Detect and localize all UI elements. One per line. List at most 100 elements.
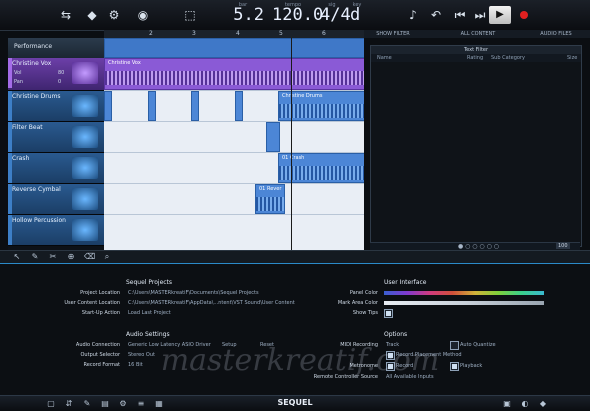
track-list: Performance Christine Vox Vol 80 Pan 0 C… bbox=[8, 38, 104, 250]
track-filter-beat[interactable]: Filter Beat bbox=[8, 122, 104, 153]
track-christine-drums[interactable]: Christine Drums bbox=[8, 91, 104, 122]
grid-icon[interactable]: ▦ bbox=[154, 399, 164, 409]
project-location-value[interactable]: C:\Users\MASTERkreatiF\Documents\Sequel … bbox=[128, 290, 259, 296]
signature-caption: sig bbox=[328, 2, 336, 8]
key-display[interactable]: key d bbox=[350, 2, 364, 28]
rewind-icon[interactable]: ⏮ bbox=[452, 7, 468, 23]
loop-icon[interactable]: ⬚ bbox=[182, 7, 198, 23]
bottom-bar: ▢ ⇵ ✎ ▤ ⚙ ≡ ▦ SEQUEL ▣ ◐ ◆ bbox=[0, 395, 590, 411]
record-button[interactable] bbox=[520, 11, 528, 19]
column-name[interactable]: Name bbox=[377, 54, 392, 62]
show-tips-checkbox[interactable] bbox=[384, 309, 393, 318]
watermark: masterkreatif.com bbox=[160, 343, 440, 378]
startup-action-label: Start-Up Action bbox=[81, 310, 120, 316]
edit-icon[interactable]: ✎ bbox=[82, 399, 92, 409]
media-tabs: SHOW FILTER ALL CONTENT AUDIO FILES bbox=[364, 30, 590, 38]
panel-color-slider[interactable] bbox=[384, 291, 544, 295]
menu-icon[interactable]: ⇆ bbox=[58, 7, 74, 23]
undo-icon[interactable]: ↶ bbox=[428, 7, 444, 23]
media-icon[interactable]: ◐ bbox=[520, 399, 530, 409]
media-columns: Name Rating Sub Category Size bbox=[371, 54, 581, 62]
scissors-icon[interactable]: ✂ bbox=[48, 252, 58, 262]
gear-icon[interactable]: ⚙ bbox=[106, 7, 122, 23]
track-name: Filter Beat bbox=[12, 124, 43, 131]
clip-name: Christine Drums bbox=[282, 93, 323, 99]
vox-clip[interactable]: Christine Vox bbox=[104, 58, 364, 90]
section-audio-settings: Audio Settings bbox=[126, 331, 170, 338]
show-tips-label: Show Tips bbox=[352, 310, 378, 316]
tempo-display[interactable]: tempo 120.0 bbox=[272, 2, 323, 28]
column-sub-category[interactable]: Sub Category bbox=[491, 54, 525, 62]
clip-name: 01 Rever bbox=[259, 186, 282, 192]
lane-performance bbox=[104, 38, 364, 59]
forward-icon[interactable]: ⏭ bbox=[472, 7, 488, 23]
tempo-caption: tempo bbox=[284, 2, 302, 8]
text-filter-header[interactable]: Text Filter bbox=[371, 46, 581, 54]
panel-color-label: Panel Color bbox=[349, 290, 378, 296]
section-options: Options bbox=[384, 331, 408, 338]
pencil-icon[interactable]: ✎ bbox=[30, 252, 40, 262]
cymbal-icon bbox=[72, 188, 98, 210]
signature-display[interactable]: sig 4/4 bbox=[320, 2, 351, 28]
section-sequel-projects: Sequel Projects bbox=[126, 279, 173, 286]
zoom-value[interactable]: 100 bbox=[556, 243, 570, 249]
cube-icon[interactable]: ◆ bbox=[538, 399, 548, 409]
note-icon[interactable]: ♪ bbox=[405, 7, 421, 23]
mark-area-color-slider[interactable] bbox=[384, 301, 544, 305]
user-content-label: User Content Location bbox=[64, 300, 120, 306]
track-name: Crash bbox=[12, 155, 30, 162]
drum-hit-clip[interactable] bbox=[104, 91, 112, 121]
media-bay: Text Filter Name Rating Sub Category Siz… bbox=[370, 45, 582, 247]
glue-icon[interactable]: ⊕ bbox=[66, 252, 76, 262]
section-user-interface: User Interface bbox=[384, 279, 427, 286]
track-name: Performance bbox=[14, 43, 53, 50]
page-dots[interactable]: ● ○ ○ ○ ○ ○ bbox=[458, 243, 499, 250]
playhead[interactable] bbox=[291, 38, 292, 250]
drums-icon bbox=[72, 95, 98, 117]
clip-name: 01 Crash bbox=[282, 155, 305, 161]
arrange-area[interactable]: Christine Vox Christine Drums 01 Crash 0… bbox=[104, 38, 364, 250]
keyboard-icon[interactable]: ▤ bbox=[100, 399, 110, 409]
track-hollow-percussion[interactable]: Hollow Percussion bbox=[8, 215, 104, 246]
waveform bbox=[256, 197, 284, 211]
cube-icon[interactable]: ◆ bbox=[84, 7, 100, 23]
mixer-icon[interactable]: ⇵ bbox=[64, 399, 74, 409]
track-reverse-cymbal[interactable]: Reverse Cymbal bbox=[8, 184, 104, 215]
startup-action-value[interactable]: Load Last Project bbox=[128, 310, 171, 316]
vol-value[interactable]: 80 bbox=[58, 70, 64, 76]
drum-hit-clip[interactable] bbox=[148, 91, 156, 121]
pointer-icon[interactable]: ↖ bbox=[12, 252, 22, 262]
mark-area-color-label: Mark Area Color bbox=[337, 300, 378, 306]
folder-icon[interactable]: ▣ bbox=[502, 399, 512, 409]
pan-value[interactable]: 0 bbox=[58, 79, 61, 85]
lane-reverse: 01 Rever bbox=[104, 184, 364, 215]
drum-hit-clip[interactable] bbox=[235, 91, 243, 121]
filter-beat-clip[interactable] bbox=[266, 122, 280, 152]
percussion-icon bbox=[72, 219, 98, 241]
column-size[interactable]: Size bbox=[567, 54, 577, 62]
tab-show-filter[interactable]: SHOW FILTER bbox=[366, 30, 420, 38]
user-content-value[interactable]: C:\Users\MASTERkreatiF\AppData\...ntent\… bbox=[128, 300, 295, 306]
gear-icon[interactable]: ⚙ bbox=[118, 399, 128, 409]
performance-clip[interactable] bbox=[104, 38, 364, 58]
list-icon[interactable]: ≡ bbox=[136, 399, 146, 409]
eraser-icon[interactable]: ⌫ bbox=[84, 252, 95, 262]
tab-audio-files[interactable]: AUDIO FILES bbox=[526, 30, 586, 38]
reverse-clip[interactable]: 01 Rever bbox=[255, 184, 285, 214]
ruler-mark: 5 bbox=[279, 30, 283, 37]
track-christine-vox[interactable]: Christine Vox Vol 80 Pan 0 bbox=[8, 58, 104, 91]
pan-label: Pan bbox=[14, 79, 24, 85]
track-performance[interactable]: Performance bbox=[8, 38, 104, 58]
column-rating[interactable]: Rating bbox=[467, 54, 483, 62]
zoom-icon[interactable]: ⌕ bbox=[102, 252, 112, 262]
track-crash[interactable]: Crash bbox=[8, 153, 104, 184]
drum-hit-clip[interactable] bbox=[191, 91, 199, 121]
ruler-mark: 3 bbox=[192, 30, 196, 37]
metronome-icon[interactable]: ◉ bbox=[135, 7, 151, 23]
project-location-label: Project Location bbox=[80, 290, 120, 296]
tab-all-content[interactable]: ALL CONTENT bbox=[448, 30, 508, 38]
lane-filter-beat bbox=[104, 122, 364, 153]
window-icon[interactable]: ▢ bbox=[46, 399, 56, 409]
ruler-mark: 6 bbox=[322, 30, 326, 37]
play-button[interactable]: ▶ bbox=[489, 6, 511, 24]
